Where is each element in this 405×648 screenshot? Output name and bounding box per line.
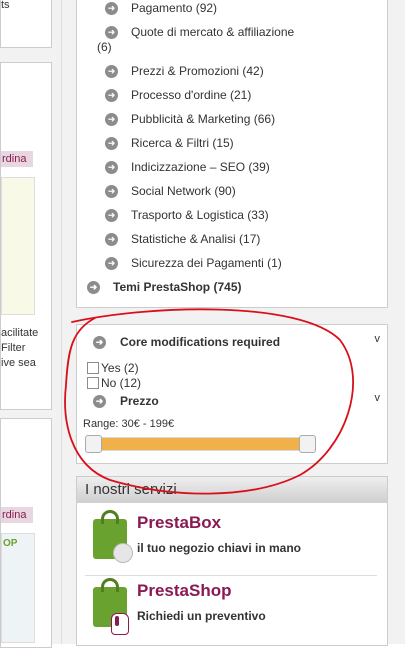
price-slider-max-handle[interactable] (299, 435, 316, 453)
filter-title: Core modifications required (120, 335, 281, 349)
category-label: Quote di mercato & affiliazione (131, 25, 295, 39)
order-button[interactable]: rdina (1, 507, 33, 523)
filter-option-no[interactable]: No (12) (87, 376, 141, 390)
arrow-right-icon: ➜ (105, 184, 118, 198)
category-label: Pagamento (92) (131, 1, 218, 15)
order-button[interactable]: rdina (1, 151, 33, 167)
arrow-right-icon: ➜ (105, 1, 118, 15)
service-subtitle: Richiedi un preventivo (137, 609, 266, 623)
product-thumbnail[interactable]: OP (1, 533, 35, 643)
category-item[interactable]: ➜ Social Network (90) (105, 182, 236, 200)
product-card: rdina acilitate Filter ive sea (0, 62, 52, 410)
checkbox[interactable] (87, 377, 99, 389)
arrow-right-icon: ➜ (105, 112, 118, 126)
category-count: (6) (97, 40, 112, 54)
category-item-top-level[interactable]: ➜ Temi PrestaShop (745) (87, 278, 241, 296)
category-item[interactable]: ➜ Quote di mercato & affiliazione (105, 23, 294, 41)
left-product-column: ts rdina acilitate Filter ive sea rdina … (0, 0, 62, 648)
category-item[interactable]: ➜ Indicizzazione – SEO (39) (105, 158, 270, 176)
arrow-right-icon: ➜ (105, 64, 118, 78)
product-card: rdina OP (0, 418, 52, 648)
service-title[interactable]: PrestaBox (137, 513, 221, 533)
filter-option-label: No (12) (101, 376, 142, 390)
services-box: I nostri servizi PrestaBox il tuo negozi… (76, 476, 388, 646)
product-snippet-text: ts (1, 0, 10, 11)
service-title[interactable]: PrestaShop (137, 581, 231, 601)
service-subtitle: il tuo negozio chiavi in mano (137, 541, 302, 555)
category-label: Ricerca & Filtri (15) (131, 136, 234, 150)
price-slider-min-handle[interactable] (85, 435, 102, 453)
price-slider-track[interactable] (85, 437, 309, 451)
product-description-line: Filter (1, 342, 26, 354)
category-item[interactable]: ➜ Trasporto & Logistica (33) (105, 206, 269, 224)
category-item[interactable]: ➜ Sicurezza dei Pagamenti (1) (105, 254, 282, 272)
category-item[interactable]: ➜ Processo d'ordine (21) (105, 86, 251, 104)
category-label: Pubblicità & Marketing (66) (131, 112, 276, 126)
collapse-toggle[interactable]: v (375, 392, 381, 404)
category-label: Indicizzazione – SEO (39) (131, 160, 270, 174)
arrow-right-icon: ➜ (105, 88, 118, 102)
filter-panel: ➜ Core modifications required v Yes (2) … (76, 324, 388, 464)
category-item[interactable]: ➜ Pubblicità & Marketing (66) (105, 110, 275, 128)
category-item[interactable]: ➜ Ricerca & Filtri (15) (105, 134, 234, 152)
arrow-right-icon: ➜ (105, 160, 118, 174)
category-label: Trasporto & Logistica (33) (131, 208, 269, 222)
category-label: Prezzi & Promozioni (42) (131, 64, 264, 78)
filter-option-label: Yes (2) (101, 361, 139, 375)
category-item[interactable]: ➜ Prezzi & Promozioni (42) (105, 62, 264, 80)
service-item-prestashop[interactable]: PrestaShop Richiedi un preventivo (85, 577, 377, 641)
category-item[interactable]: ➜ Pagamento (92) (105, 0, 217, 17)
arrow-right-icon: ➜ (87, 280, 100, 294)
arrow-right-icon: ➜ (93, 394, 106, 408)
arrow-right-icon: ➜ (105, 136, 118, 150)
right-sidebar: ➜ Pagamento (92) ➜ Quote di mercato & af… (62, 0, 405, 646)
category-item[interactable]: ➜ Statistiche & Analisi (17) (105, 230, 260, 248)
product-thumbnail[interactable] (1, 177, 35, 315)
category-label: Temi PrestaShop (745) (113, 280, 242, 294)
arrow-right-icon: ➜ (105, 25, 118, 39)
services-header: I nostri servizi (77, 477, 387, 503)
category-label: Processo d'ordine (21) (131, 88, 252, 102)
arrow-right-icon: ➜ (93, 335, 106, 349)
arrow-right-icon: ➜ (105, 256, 118, 270)
product-card: ts (0, 0, 52, 48)
pointer-hand-icon (111, 613, 129, 635)
category-label: Statistiche & Analisi (17) (131, 232, 261, 246)
arrow-right-icon: ➜ (105, 232, 118, 246)
filter-option-yes[interactable]: Yes (2) (87, 361, 139, 375)
collapse-toggle[interactable]: v (375, 333, 381, 345)
category-label: Social Network (90) (131, 184, 236, 198)
category-list: ➜ Pagamento (92) ➜ Quote di mercato & af… (76, 0, 388, 308)
price-range-label: Range: 30€ - 199€ (83, 418, 175, 430)
arrow-right-icon: ➜ (105, 208, 118, 222)
divider (85, 575, 377, 576)
checkbox[interactable] (87, 362, 99, 374)
category-label: Sicurezza dei Pagamenti (1) (131, 256, 282, 270)
filter-title: Prezzo (120, 394, 159, 408)
filter-group-price[interactable]: ➜ Prezzo (93, 394, 159, 408)
product-description-line: ive sea (1, 357, 36, 369)
bag-handle (101, 578, 119, 592)
product-description-line: acilitate (1, 327, 39, 339)
filter-group-core-modifications[interactable]: ➜ Core modifications required (93, 335, 280, 349)
gear-badge-icon (113, 543, 133, 563)
bag-handle (101, 510, 119, 524)
service-item-prestabox[interactable]: PrestaBox il tuo negozio chiavi in mano (85, 509, 377, 573)
thumbnail-text: OP (3, 538, 18, 549)
